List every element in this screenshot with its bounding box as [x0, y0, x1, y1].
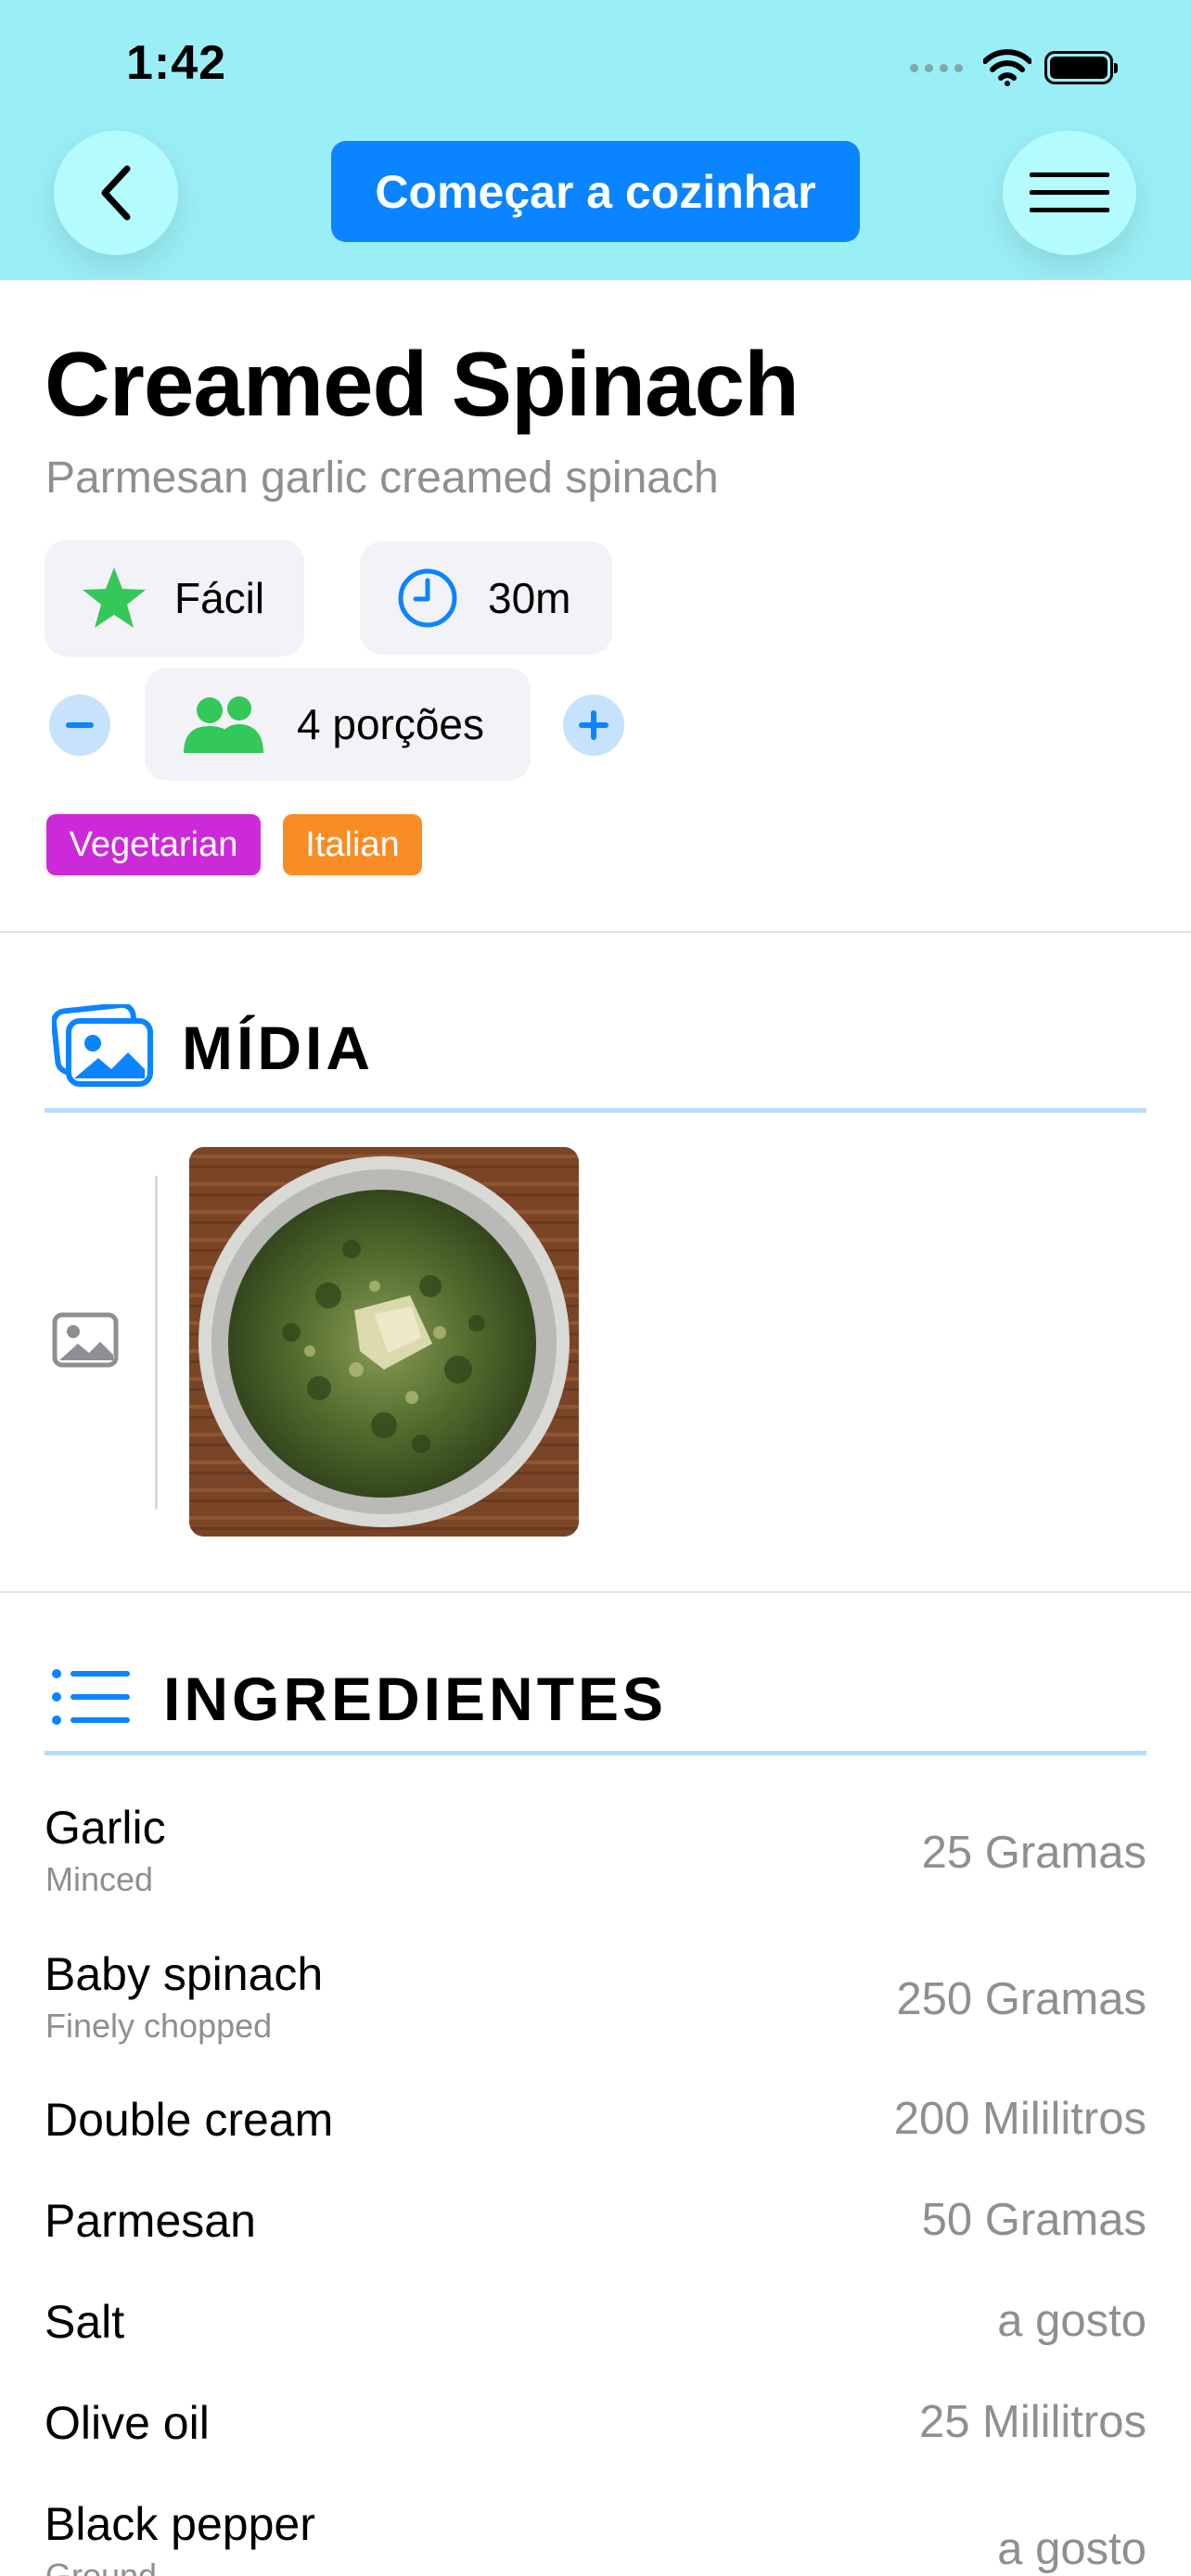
ingredient-row[interactable]: Olive oil 25 Mililitros: [45, 2396, 1146, 2461]
recipe-subtitle: Parmesan garlic creamed spinach: [45, 453, 719, 503]
header-bar: 1:42 Começar a cozinhar: [0, 0, 1191, 280]
ingredient-row[interactable]: Black pepper Ground a gosto: [45, 2497, 1146, 2576]
ingredient-row[interactable]: Salt a gosto: [45, 2295, 1146, 2360]
ingredients-section-rule: [45, 1751, 1146, 1755]
status-icons: [910, 45, 1118, 91]
status-time: 1:42: [126, 36, 227, 90]
cellular-signal-icon: [910, 63, 963, 72]
time-pill: 30m: [360, 542, 612, 655]
start-cooking-button[interactable]: Começar a cozinhar: [331, 141, 860, 242]
recipe-photo[interactable]: [189, 1147, 579, 1537]
ingredient-quantity: 200 Mililitros: [893, 2094, 1146, 2144]
ingredient-quantity: a gosto: [997, 2524, 1146, 2574]
ingredient-row[interactable]: Garlic Minced 25 Gramas: [45, 1801, 1146, 1912]
media-section-title: MÍDIA: [182, 1014, 374, 1082]
ingredient-note: Minced: [45, 1860, 154, 1898]
battery-icon: [1044, 51, 1118, 84]
wifi-icon: [983, 49, 1031, 86]
ingredient-name: Salt: [45, 2296, 125, 2348]
tag-vegetarian[interactable]: Vegetarian: [46, 814, 261, 875]
recipe-title: Creamed Spinach: [45, 333, 800, 435]
difficulty-label: Fácil: [174, 574, 265, 622]
ingredient-quantity: a gosto: [997, 2296, 1146, 2346]
ingredient-quantity: 25 Gramas: [921, 1828, 1146, 1878]
ingredient-name: Double cream: [45, 2094, 334, 2146]
servings-pill: 4 porções: [145, 668, 531, 781]
media-divider: [155, 1176, 158, 1510]
photos-icon: [52, 1004, 153, 1087]
ingredient-name: Parmesan: [45, 2195, 256, 2247]
menu-button[interactable]: [1003, 131, 1136, 255]
media-section-rule: [45, 1108, 1146, 1113]
image-placeholder-icon[interactable]: [52, 1312, 119, 1368]
list-icon: [52, 1669, 130, 1725]
back-button[interactable]: [54, 131, 178, 255]
people-icon: [184, 696, 263, 753]
divider: [0, 931, 1191, 933]
ingredient-note: Ground: [45, 2557, 158, 2576]
clock-icon: [398, 568, 457, 628]
ingredient-row[interactable]: Parmesan 50 Gramas: [45, 2194, 1146, 2259]
ingredient-quantity: 50 Gramas: [921, 2195, 1146, 2245]
divider: [0, 1591, 1191, 1593]
tag-italian[interactable]: Italian: [283, 814, 422, 875]
hamburger-menu-icon: [1030, 172, 1109, 212]
ingredient-name: Baby spinach: [45, 1948, 324, 2000]
ingredient-name: Garlic: [45, 1802, 166, 1854]
servings-label: 4 porções: [297, 700, 485, 748]
time-label: 30m: [488, 574, 571, 622]
ingredient-quantity: 25 Mililitros: [918, 2397, 1146, 2447]
chevron-left-icon: [101, 165, 131, 221]
ingredient-name: Black pepper: [45, 2498, 315, 2550]
minus-icon: [66, 722, 94, 728]
dish-image: [189, 1147, 579, 1537]
ingredient-name: Olive oil: [45, 2397, 210, 2449]
increase-servings-button[interactable]: [563, 695, 624, 756]
decrease-servings-button[interactable]: [49, 695, 110, 756]
ingredient-row[interactable]: Double cream 200 Mililitros: [45, 2093, 1146, 2158]
difficulty-pill: Fácil: [45, 540, 304, 657]
plus-icon: [579, 710, 608, 740]
ingredient-note: Finely chopped: [45, 2007, 273, 2045]
ingredients-section-title: INGREDIENTES: [163, 1664, 668, 1733]
ingredient-row[interactable]: Baby spinach Finely chopped 250 Gramas: [45, 1947, 1146, 2059]
star-icon: [83, 567, 146, 628]
ingredient-quantity: 250 Gramas: [896, 1974, 1146, 2024]
